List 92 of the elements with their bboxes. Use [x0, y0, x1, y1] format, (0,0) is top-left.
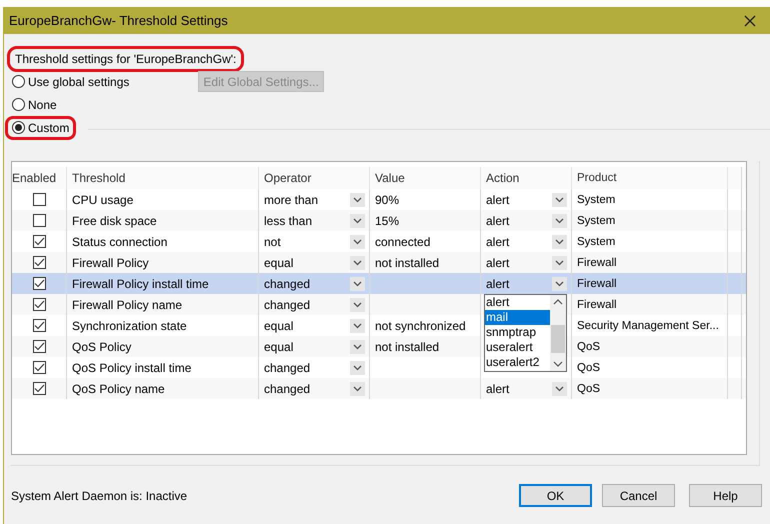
checkbox[interactable] [32, 361, 46, 374]
chevron-down-icon[interactable] [350, 360, 365, 374]
table-cell: Firewall [577, 278, 617, 290]
column-header[interactable]: Action [481, 167, 572, 189]
table-cell: QoS Policy install time [72, 360, 192, 374]
checkbox[interactable] [32, 256, 46, 269]
dropdown-option[interactable]: useralert2 [485, 355, 550, 370]
dropdown-option[interactable]: snmptrap [485, 325, 550, 340]
table-cell: not synchronized [375, 318, 466, 332]
table-cell: Firewall Policy install time [72, 276, 209, 290]
action-value: alert [486, 276, 510, 290]
close-icon[interactable] [744, 14, 756, 26]
window-title: EuropeBranchGw- Threshold Settings [9, 13, 228, 28]
table-cell: System [577, 214, 616, 226]
chevron-down-icon[interactable] [552, 382, 567, 396]
chevron-down-icon[interactable] [552, 214, 567, 228]
scroll-up-icon[interactable] [551, 297, 565, 307]
radio-option[interactable]: Use global settings [5, 70, 136, 94]
operator-value: equal [264, 340, 294, 354]
table-cell: System [577, 236, 616, 248]
checkbox[interactable] [32, 382, 46, 395]
operator-value: changed [264, 298, 310, 312]
table-cell: System [577, 194, 616, 206]
checkbox[interactable] [32, 340, 46, 353]
table-cell: Security Management Ser... [577, 320, 719, 332]
chevron-down-icon[interactable] [350, 298, 365, 312]
table-cell: Status connection [72, 234, 168, 248]
action-value: alert [486, 382, 510, 396]
dropdown-option[interactable]: mail [485, 310, 550, 325]
checkbox[interactable] [32, 193, 46, 206]
operator-value: more than [264, 192, 318, 206]
chevron-down-icon[interactable] [350, 318, 365, 332]
column-header[interactable]: Threshold [67, 167, 259, 189]
operator-value: equal [264, 256, 294, 270]
table-cell: 15% [375, 214, 400, 228]
table-cell: 90% [375, 192, 400, 206]
checkbox[interactable] [32, 214, 46, 227]
table-cell: QoS [577, 362, 600, 374]
action-value: alert [486, 256, 510, 270]
column-header[interactable]: Product [572, 167, 728, 189]
chevron-down-icon[interactable] [552, 192, 567, 206]
operator-value: changed [264, 360, 310, 374]
table-cell: QoS Policy name [72, 382, 165, 396]
dropdown-option[interactable]: alert [485, 295, 550, 310]
operator-value: less than [264, 214, 312, 228]
table-cell: Firewall Policy [72, 256, 149, 270]
column-header[interactable]: Value [370, 167, 481, 189]
checkbox[interactable] [32, 277, 46, 290]
table-cell: not installed [375, 256, 440, 270]
dialog-button[interactable]: Help [689, 484, 762, 507]
chevron-down-icon[interactable] [350, 192, 365, 206]
table-cell: connected [375, 234, 430, 248]
table-cell: QoS Policy [72, 340, 132, 354]
radio-option[interactable]: None [5, 92, 64, 116]
action-value: alert [486, 192, 510, 206]
dropdown-option[interactable]: useralert [485, 340, 550, 355]
dialog-button[interactable]: OK [519, 484, 592, 507]
checkbox[interactable] [32, 298, 46, 311]
chevron-down-icon[interactable] [552, 256, 567, 270]
status-text: System Alert Daemon is: Inactive [11, 488, 188, 502]
table-cell: QoS [577, 340, 600, 352]
column-header[interactable]: Enabled [12, 167, 67, 189]
operator-value: changed [264, 382, 310, 396]
scroll-down-icon[interactable] [551, 359, 565, 369]
operator-value: not [264, 234, 281, 248]
table-cell: not installed [375, 340, 440, 354]
chevron-down-icon[interactable] [350, 214, 365, 228]
table-cell: Firewall [577, 256, 617, 268]
table-cell: QoS [577, 382, 600, 394]
chevron-down-icon[interactable] [552, 276, 567, 290]
column-header[interactable]: Operator [259, 167, 370, 189]
chevron-down-icon[interactable] [552, 234, 567, 248]
chevron-down-icon[interactable] [350, 234, 365, 248]
settings-heading: Threshold settings for 'EuropeBranchGw': [7, 46, 244, 72]
table-cell: Synchronization state [72, 318, 187, 332]
table-cell: Firewall [577, 298, 617, 310]
table-cell: CPU usage [72, 192, 134, 206]
table-cell: Free disk space [72, 214, 157, 228]
chevron-down-icon[interactable] [350, 382, 365, 396]
chevron-down-icon[interactable] [350, 276, 365, 290]
chevron-down-icon[interactable] [350, 340, 365, 354]
table-cell: Firewall Policy name [72, 298, 182, 312]
action-value: alert [486, 234, 510, 248]
dialog-button[interactable]: Cancel [602, 484, 675, 507]
action-value: alert [486, 214, 510, 228]
chevron-down-icon[interactable] [350, 256, 365, 270]
radio-option[interactable]: Custom [5, 116, 76, 140]
checkbox[interactable] [32, 235, 46, 248]
operator-value: equal [264, 318, 294, 332]
checkbox[interactable] [32, 319, 46, 332]
operator-value: changed [264, 276, 310, 290]
scrollbar[interactable] [550, 295, 566, 371]
